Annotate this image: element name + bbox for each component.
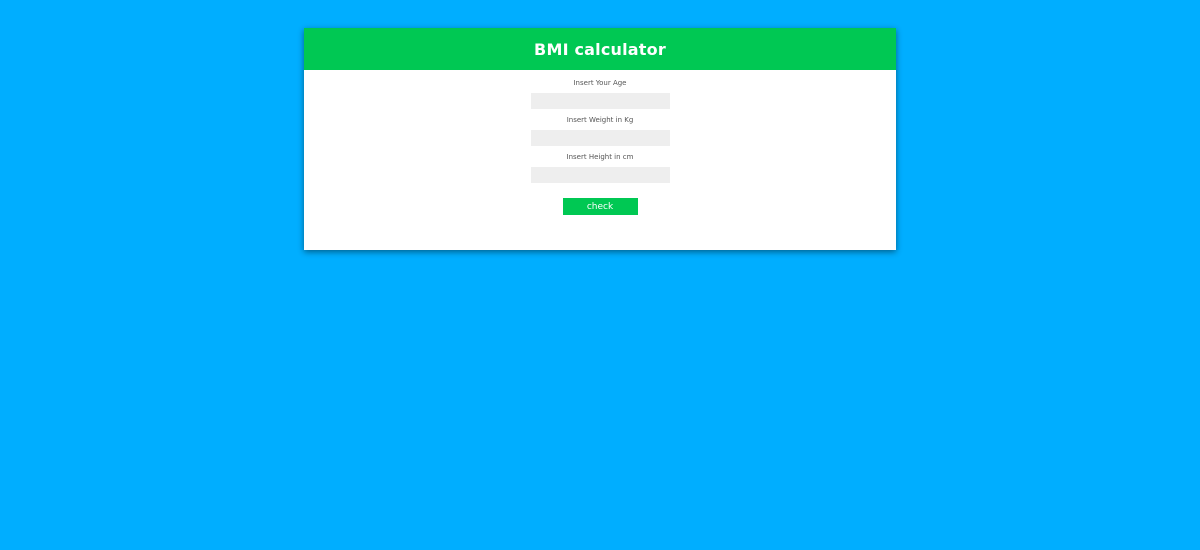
bmi-form: Insert Your Age Insert Weight in Kg Inse… [304, 70, 896, 215]
weight-label: Insert Weight in Kg [566, 116, 634, 124]
weight-input[interactable] [530, 130, 670, 146]
height-label: Insert Height in cm [566, 153, 634, 161]
age-input[interactable] [530, 93, 670, 109]
page-title: BMI calculator [534, 39, 666, 59]
age-label: Insert Your Age [573, 79, 627, 87]
check-button[interactable]: check [562, 198, 638, 215]
height-input[interactable] [530, 167, 670, 183]
card-header: BMI calculator [304, 28, 896, 70]
bmi-calculator-card: BMI calculator Insert Your Age Insert We… [304, 28, 896, 250]
